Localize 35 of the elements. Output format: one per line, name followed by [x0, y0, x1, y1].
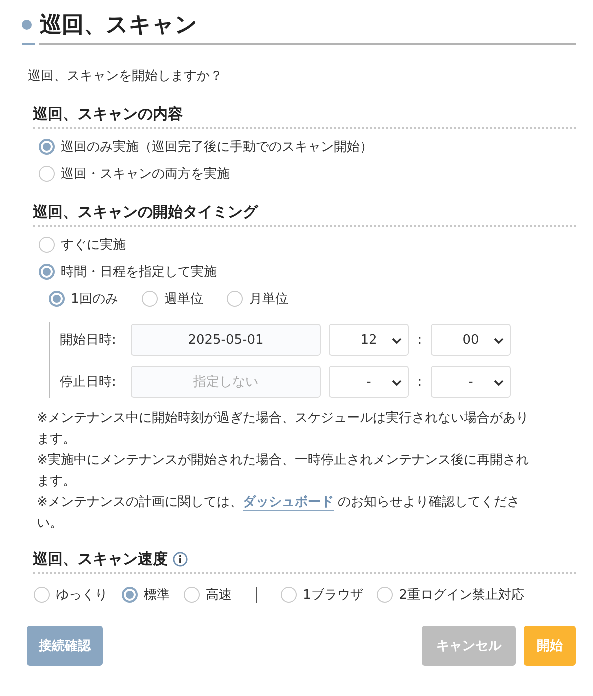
chevron-down-icon	[494, 338, 504, 344]
radio-option[interactable]: 月単位	[227, 290, 288, 308]
info-icon[interactable]	[173, 552, 188, 567]
radio-option[interactable]: 2重ログイン禁止対応	[377, 586, 525, 604]
chevron-down-icon	[494, 380, 504, 386]
page-title: 巡回、スキャン	[40, 12, 198, 40]
minute-select[interactable]: 00	[431, 324, 511, 356]
time-separator: :	[417, 374, 423, 390]
field-label: 停止日時:	[60, 374, 118, 391]
section-heading: 巡回、スキャンの内容	[33, 105, 576, 129]
bullet-icon	[22, 20, 32, 30]
hour-select[interactable]: 12	[329, 324, 409, 356]
date-field[interactable]: 2025-05-01	[131, 324, 321, 356]
prompt-text: 巡回、スキャンを開始しますか？	[28, 68, 224, 85]
radio-option[interactable]: すぐに実施	[39, 236, 126, 254]
note-text: ※メンテナンスの計画に関しては、ダッシュボード のお知らせより確認してください。	[37, 494, 522, 533]
section-heading: 巡回、スキャンの開始タイミング	[33, 203, 576, 227]
radio-option[interactable]: 1回のみ	[49, 290, 118, 308]
radio-option[interactable]: 巡回のみ実施（巡回完了後に手動でのスキャン開始）	[39, 138, 373, 156]
radio-option[interactable]: 高速	[184, 586, 232, 604]
field-label: 開始日時:	[60, 332, 118, 349]
radio-option[interactable]: 標準	[122, 586, 170, 604]
minute-select[interactable]: -	[431, 366, 511, 398]
note-text: ※実施中にメンテナンスが開始された場合、一時停止されメンテナンス後に再開されます。	[37, 452, 530, 491]
radio-option[interactable]: 週単位	[142, 290, 204, 308]
radio-option[interactable]: 時間・日程を指定して実施	[39, 263, 217, 281]
time-separator: :	[417, 332, 423, 348]
chevron-down-icon	[392, 380, 402, 386]
radio-option[interactable]: 巡回・スキャンの両方を実施	[39, 165, 230, 183]
radio-option[interactable]: ゆっくり	[34, 586, 108, 604]
radio-option[interactable]: 1ブラウザ	[281, 586, 364, 604]
hour-select[interactable]: -	[329, 366, 409, 398]
note-text: ※メンテナンス中に開始時刻が過ぎた場合、スケジュールは実行されない場合があります。	[37, 410, 530, 449]
section-heading: 巡回、スキャン速度	[33, 550, 168, 569]
chevron-down-icon	[392, 338, 402, 344]
